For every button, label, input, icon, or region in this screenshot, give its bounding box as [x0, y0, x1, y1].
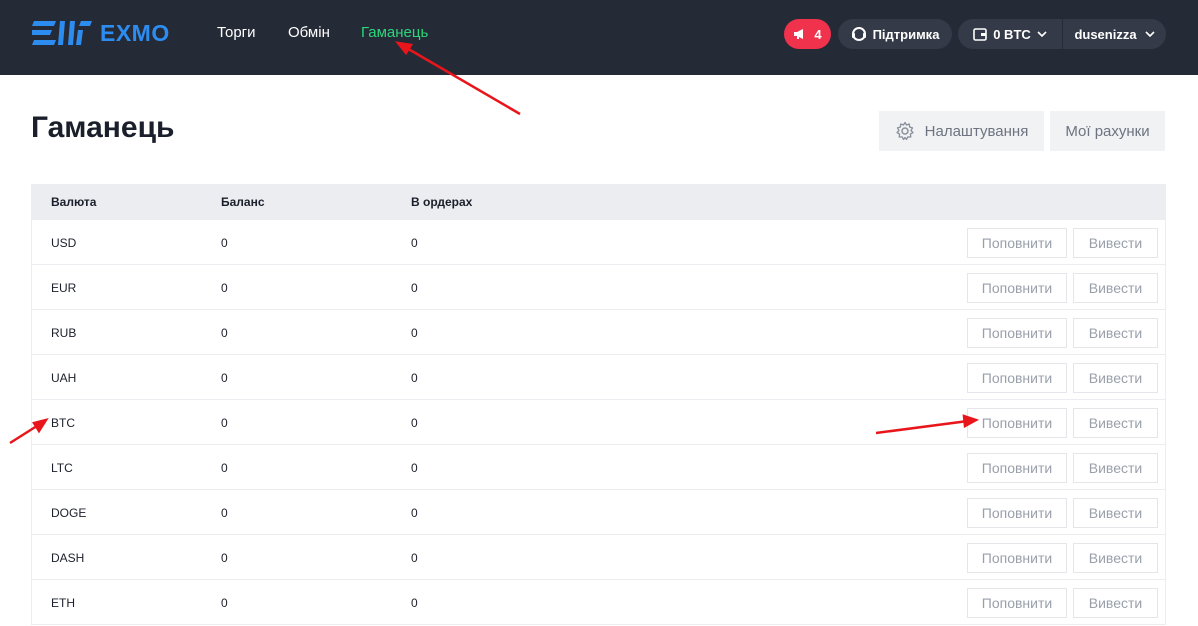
table-row: UAH 0 0 Поповнити Вивести — [32, 355, 1165, 400]
nav-exchange[interactable]: Обмін — [288, 24, 330, 41]
balance-cell: 0 — [221, 551, 228, 565]
currency-cell: LTC — [51, 461, 73, 475]
deposit-button[interactable]: Поповнити — [967, 453, 1067, 483]
table-row: DOGE 0 0 Поповнити Вивести — [32, 490, 1165, 535]
balance-cell: 0 — [221, 371, 228, 385]
balance-dropdown[interactable]: 0 BTC — [958, 19, 1063, 49]
header-currency: Валюта — [51, 195, 97, 209]
deposit-button[interactable]: Поповнити — [967, 318, 1067, 348]
table-row: ETH 0 0 Поповнити Вивести — [32, 580, 1165, 625]
balance-cell: 0 — [221, 236, 228, 250]
in-orders-cell: 0 — [411, 506, 418, 520]
deposit-button[interactable]: Поповнити — [967, 363, 1067, 393]
wallet-icon — [973, 27, 988, 41]
withdraw-button[interactable]: Вивести — [1073, 363, 1158, 393]
withdraw-button[interactable]: Вивести — [1073, 453, 1158, 483]
notifications-button[interactable]: 4 — [784, 19, 831, 49]
deposit-button[interactable]: Поповнити — [967, 543, 1067, 573]
currency-cell: DASH — [51, 551, 85, 565]
table-row: USD 0 0 Поповнити Вивести — [32, 220, 1165, 265]
wallet-table: Валюта Баланс В ордерах USD 0 0 Поповнити Ви… — [31, 184, 1166, 625]
nav-wallet[interactable]: Гаманець — [361, 24, 428, 41]
deposit-button[interactable]: Поповнити — [967, 273, 1067, 303]
nav-trade[interactable]: Торги — [217, 24, 256, 41]
table-row: LTC 0 0 Поповнити Вивести — [32, 445, 1165, 490]
chevron-down-icon — [1144, 31, 1155, 37]
logo-text: EXMO — [100, 19, 170, 46]
currency-cell: USD — [51, 236, 77, 250]
in-orders-cell: 0 — [411, 326, 418, 340]
table-row: BTC 0 0 Поповнити Вивести — [32, 400, 1165, 445]
user-dropdown[interactable]: dusenizza — [1063, 19, 1166, 49]
page-title: Гаманець — [31, 111, 175, 144]
balance-cell: 0 — [221, 416, 228, 430]
megaphone-icon — [794, 29, 804, 39]
currency-cell: BTC — [51, 416, 75, 430]
currency-cell: EUR — [51, 281, 77, 295]
settings-button[interactable]: Налаштування — [879, 111, 1044, 151]
exmo-logo-icon — [32, 21, 92, 45]
account-controls: 0 BTC dusenizza — [958, 19, 1166, 49]
gear-icon — [896, 121, 914, 141]
withdraw-button[interactable]: Вивести — [1073, 408, 1158, 438]
withdraw-button[interactable]: Вивести — [1073, 273, 1158, 303]
in-orders-cell: 0 — [411, 371, 418, 385]
top-navigation-bar: EXMO Торги Обмін Гаманець 4 Підтримка 0 … — [0, 0, 1198, 75]
balance-cell: 0 — [221, 506, 228, 520]
headset-icon — [851, 27, 866, 41]
deposit-button[interactable]: Поповнити — [967, 408, 1067, 438]
currency-cell: RUB — [51, 326, 77, 340]
support-label: Підтримка — [872, 26, 940, 42]
support-button[interactable]: Підтримка — [838, 19, 952, 49]
balance-cell: 0 — [221, 461, 228, 475]
table-header: Валюта Баланс В ордерах — [32, 184, 1165, 220]
deposit-button[interactable]: Поповнити — [967, 498, 1067, 528]
table-row: EUR 0 0 Поповнити Вивести — [32, 265, 1165, 310]
in-orders-cell: 0 — [411, 281, 418, 295]
table-row: DASH 0 0 Поповнити Вивести — [32, 535, 1165, 580]
deposit-button[interactable]: Поповнити — [967, 228, 1067, 258]
in-orders-cell: 0 — [411, 551, 418, 565]
header-in-orders: В ордерах — [411, 195, 473, 209]
in-orders-cell: 0 — [411, 236, 418, 250]
balance-cell: 0 — [221, 326, 228, 340]
table-row: RUB 0 0 Поповнити Вивести — [32, 310, 1165, 355]
withdraw-button[interactable]: Вивести — [1073, 228, 1158, 258]
withdraw-button[interactable]: Вивести — [1073, 498, 1158, 528]
currency-cell: DOGE — [51, 506, 87, 520]
balance-cell: 0 — [221, 596, 228, 610]
withdraw-button[interactable]: Вивести — [1073, 318, 1158, 348]
in-orders-cell: 0 — [411, 596, 418, 610]
withdraw-button[interactable]: Вивести — [1073, 588, 1158, 618]
deposit-button[interactable]: Поповнити — [967, 588, 1067, 618]
currency-cell: UAH — [51, 371, 77, 385]
header-balance: Баланс — [221, 195, 265, 209]
notifications-count: 4 — [814, 26, 822, 42]
in-orders-cell: 0 — [411, 461, 418, 475]
balance-label: 0 BTC — [993, 26, 1031, 42]
chevron-down-icon — [1037, 31, 1047, 37]
settings-label: Налаштування — [924, 122, 1029, 140]
withdraw-button[interactable]: Вивести — [1073, 543, 1158, 573]
exmo-logo[interactable]: EXMO — [32, 19, 170, 47]
my-accounts-button[interactable]: Мої рахунки — [1050, 111, 1165, 151]
username: dusenizza — [1074, 26, 1137, 42]
in-orders-cell: 0 — [411, 416, 418, 430]
my-accounts-label: Мої рахунки — [1065, 122, 1150, 140]
balance-cell: 0 — [221, 281, 228, 295]
currency-cell: ETH — [51, 596, 75, 610]
